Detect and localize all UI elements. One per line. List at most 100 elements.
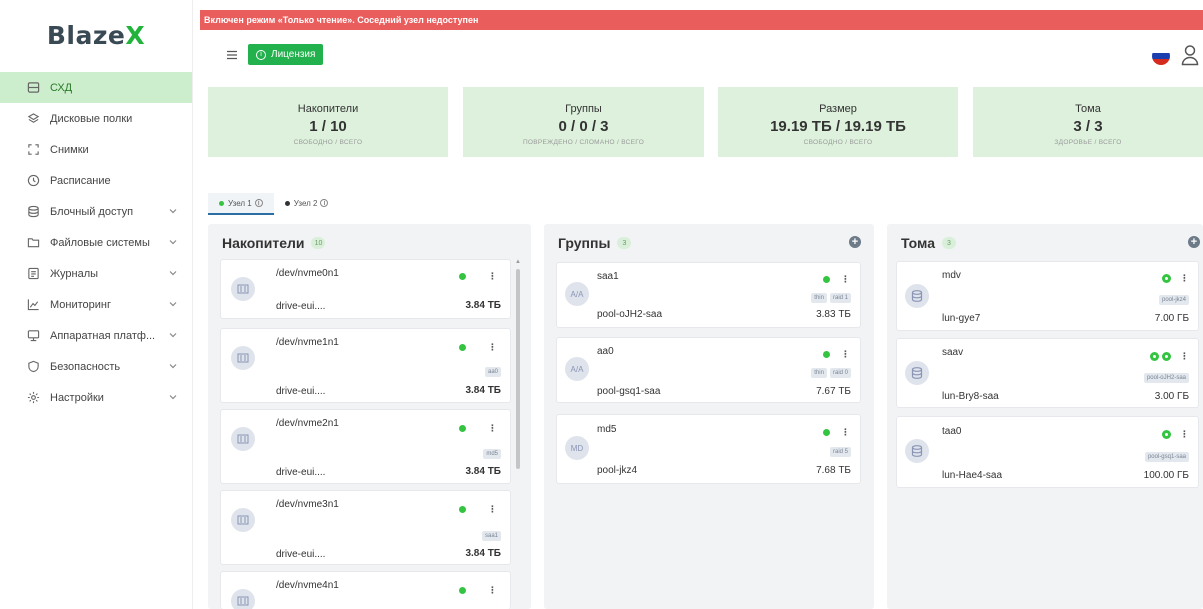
volume-card[interactable]: saav ⋮ pool-oJH2-saa lun-Bry8-saa 3.00 Г… — [896, 338, 1199, 408]
sidebar-item-settings[interactable]: Настройки — [0, 382, 192, 413]
sidebar-item-storage[interactable]: СХД — [0, 72, 192, 103]
sidebar-item-label: СХД — [50, 81, 73, 94]
status-ok-icon — [1150, 352, 1159, 361]
scrollbar-thumb[interactable] — [516, 269, 520, 469]
menu-toggle-button[interactable] — [226, 48, 238, 60]
more-icon[interactable]: ⋮ — [488, 586, 497, 595]
group-card[interactable]: MD md5 ⋮ raid 5 pool-jkz4 7.68 ТБ — [556, 414, 861, 484]
thin-tag: thin — [811, 293, 827, 303]
more-icon[interactable]: ⋮ — [488, 272, 497, 281]
license-button-label: Лицензия — [271, 49, 316, 60]
more-icon[interactable]: ⋮ — [841, 275, 850, 284]
tab-label: Узел 1 — [228, 198, 252, 208]
user-icon[interactable] — [1180, 44, 1200, 66]
more-icon[interactable]: ⋮ — [488, 343, 497, 352]
drive-card[interactable]: /dev/nvme1n1 ⋮ aa0 drive-eui.... 3.84 ТБ — [220, 328, 511, 403]
info-icon: i — [254, 199, 263, 207]
stat-title: Накопители — [297, 103, 359, 115]
add-group-button[interactable]: + — [849, 236, 861, 248]
group-card[interactable]: A/A aa0 ⋮ thin raid 0 pool-gsq1-saa 7.67… — [556, 337, 861, 403]
more-icon[interactable]: ⋮ — [1180, 430, 1189, 439]
group-avatar: A/A — [565, 282, 589, 306]
more-icon[interactable]: ⋮ — [841, 350, 850, 359]
status-ok-icon — [459, 425, 466, 432]
group-tag: saa1 — [481, 531, 501, 541]
license-button[interactable]: i Лицензия — [248, 44, 324, 65]
raid-tag: raid 0 — [829, 368, 851, 378]
database-icon — [26, 205, 40, 219]
more-icon[interactable]: ⋮ — [841, 428, 850, 437]
more-icon[interactable]: ⋮ — [1180, 274, 1189, 283]
volume-card[interactable]: mdv ⋮ pool-jkz4 lun-gye7 7.00 ГБ — [896, 261, 1199, 331]
group-name: aa0 — [597, 346, 614, 357]
drive-name: /dev/nvme4n1 — [276, 580, 339, 591]
sidebar-item-snapshots[interactable]: Снимки — [0, 134, 192, 165]
scroll-up-icon[interactable]: ▲ — [515, 259, 521, 265]
sidebar-item-security[interactable]: Безопасность — [0, 351, 192, 382]
drive-size: 3.84 ТБ — [465, 548, 501, 559]
add-volume-button[interactable]: + — [1188, 236, 1200, 248]
drive-size: 3.84 ТБ — [465, 385, 501, 396]
sidebar-item-logs[interactable]: Журналы — [0, 258, 192, 289]
sidebar-item-block-access[interactable]: Блочный доступ — [0, 196, 192, 227]
stat-title: Группы — [565, 103, 602, 115]
stat-title: Тома — [1075, 103, 1101, 115]
chevron-down-icon — [168, 206, 178, 216]
more-icon[interactable]: ⋮ — [488, 424, 497, 433]
volume-card[interactable]: taa0 ⋮ pool-gsq1-saa lun-Hae4-saa 100.00… — [896, 416, 1199, 488]
sidebar-item-shelves[interactable]: Дисковые полки — [0, 103, 192, 134]
sidebar-item-filesystems[interactable]: Файловые системы — [0, 227, 192, 258]
sidebar-item-label: Аппаратная платф... — [50, 329, 156, 342]
sidebar-item-label: Файловые системы — [50, 236, 150, 249]
sidebar-item-label: Безопасность — [50, 360, 121, 373]
storage-icon — [26, 81, 40, 95]
brand-name: Blaze — [46, 20, 126, 50]
tab-label: Узел 2 — [293, 198, 318, 208]
status-ok-icon — [823, 276, 830, 283]
drives-scrollbar[interactable]: ▲ — [515, 259, 521, 471]
sidebar-item-label: Дисковые полки — [50, 112, 133, 125]
sidebar-item-hardware[interactable]: Аппаратная платф... — [0, 320, 192, 351]
stat-card-volumes: Тома 3 / 3 ЗДОРОВЬЕ / ВСЕГО — [973, 87, 1203, 157]
stat-caption: ЗДОРОВЬЕ / ВСЕГО — [1054, 139, 1122, 146]
status-ok-icon — [1162, 430, 1171, 439]
clock-icon — [26, 174, 40, 188]
drive-card[interactable]: /dev/nvme2n1 ⋮ md5 drive-eui.... 3.84 ТБ — [220, 409, 511, 484]
status-ok-icon — [823, 351, 830, 358]
sidebar-item-label: Настройки — [50, 391, 104, 404]
group-avatar: A/A — [565, 357, 589, 381]
database-icon — [905, 284, 929, 308]
stat-value: 1 / 10 — [309, 118, 347, 135]
lun-name: lun-Hae4-saa — [942, 470, 1003, 481]
brand-logo[interactable]: Blaze X — [0, 0, 192, 70]
volume-name: taa0 — [942, 426, 962, 437]
group-name: md5 — [597, 424, 617, 435]
status-ok-icon — [459, 587, 466, 594]
drive-card[interactable]: /dev/nvme4n1 ⋮ — [220, 571, 511, 609]
pool-tag: pool-jkz4 — [1158, 295, 1189, 305]
sidebar-item-label: Мониторинг — [50, 298, 112, 311]
panel-header: Накопители 10 — [208, 224, 531, 262]
stat-caption: ПОВРЕЖДЕНО / СЛОМАНО / ВСЕГО — [522, 139, 645, 146]
drive-card[interactable]: /dev/nvme3n1 ⋮ saa1 drive-eui.... 3.84 Т… — [220, 490, 511, 565]
sidebar-item-label: Блочный доступ — [50, 205, 134, 218]
language-flag-icon[interactable] — [1152, 47, 1170, 65]
readonly-alert-banner: Включен режим «Только чтение». Соседний … — [200, 10, 1203, 30]
status-dot-icon — [219, 200, 224, 206]
tab-node-1[interactable]: Узел 1 i — [208, 193, 274, 215]
sidebar-nav: СХД Дисковые полки Снимки Расписание Бло… — [0, 72, 192, 413]
drive-icon — [231, 589, 255, 609]
count-badge: 3 — [942, 237, 956, 249]
hardware-icon — [26, 329, 40, 343]
more-icon[interactable]: ⋮ — [1180, 352, 1189, 361]
drive-card[interactable]: /dev/nvme0n1 ⋮ drive-eui.... 3.84 ТБ — [220, 259, 511, 319]
group-card[interactable]: A/A saa1 ⋮ thin raid 1 pool-oJH2-saa 3.8… — [556, 262, 861, 328]
sidebar-item-monitoring[interactable]: Мониторинг — [0, 289, 192, 320]
drive-id: drive-eui.... — [276, 301, 326, 312]
group-size: 7.68 ТБ — [816, 465, 851, 476]
sidebar-item-schedule[interactable]: Расписание — [0, 165, 192, 196]
more-icon[interactable]: ⋮ — [488, 505, 497, 514]
tab-node-2[interactable]: Узел 2 i — [274, 193, 340, 215]
panel-title: Тома — [901, 235, 935, 251]
volume-name: mdv — [942, 270, 961, 281]
